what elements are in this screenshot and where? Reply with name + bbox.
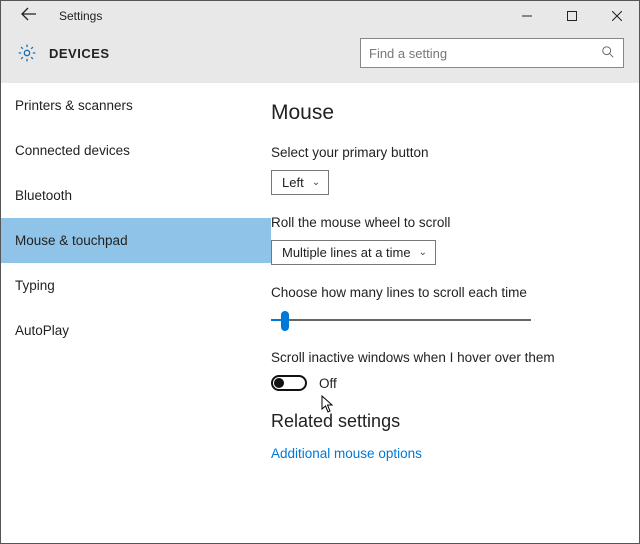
sidebar-item-label: Typing [15,278,55,293]
sidebar-item-printers[interactable]: Printers & scanners [1,83,271,128]
sidebar-item-connected-devices[interactable]: Connected devices [1,128,271,173]
sidebar: Printers & scanners Connected devices Bl… [1,83,271,543]
page-category: DEVICES [49,46,110,61]
chevron-down-icon: ⌄ [419,247,427,258]
minimize-button[interactable] [504,1,549,31]
sidebar-item-label: Printers & scanners [15,98,133,113]
additional-mouse-options-link[interactable]: Additional mouse options [271,446,611,461]
inactive-windows-label: Scroll inactive windows when I hover ove… [271,350,611,365]
slider-track [271,319,531,321]
back-button[interactable] [21,7,41,26]
sidebar-item-typing[interactable]: Typing [1,263,271,308]
primary-button-dropdown[interactable]: Left ⌄ [271,170,329,195]
toggle-state: Off [319,376,337,391]
sidebar-item-label: AutoPlay [15,323,69,338]
inactive-windows-toggle[interactable] [271,375,307,391]
sidebar-item-label: Bluetooth [15,188,72,203]
search-input[interactable]: Find a setting [360,38,624,68]
related-heading: Related settings [271,411,611,432]
titlebar: Settings [1,1,639,31]
sidebar-item-label: Connected devices [15,143,130,158]
gear-icon [17,43,37,63]
page-title: Mouse [271,101,611,125]
header: DEVICES Find a setting [1,31,639,83]
dropdown-value: Multiple lines at a time [282,245,411,260]
wheel-scroll-dropdown[interactable]: Multiple lines at a time ⌄ [271,240,436,265]
close-button[interactable] [594,1,639,31]
lines-scroll-slider[interactable] [271,310,531,330]
slider-thumb[interactable] [281,311,289,331]
sidebar-item-autoplay[interactable]: AutoPlay [1,308,271,353]
dropdown-value: Left [282,175,304,190]
chevron-down-icon: ⌄ [312,177,320,188]
window-title: Settings [59,9,102,23]
search-placeholder: Find a setting [369,46,601,61]
search-icon [601,45,615,62]
main-panel: Mouse Select your primary button Left ⌄ … [271,83,639,543]
lines-scroll-label: Choose how many lines to scroll each tim… [271,285,611,300]
primary-button-label: Select your primary button [271,145,611,160]
sidebar-item-mouse-touchpad[interactable]: Mouse & touchpad [1,218,271,263]
sidebar-item-bluetooth[interactable]: Bluetooth [1,173,271,218]
toggle-knob [274,378,284,388]
maximize-button[interactable] [549,1,594,31]
sidebar-item-label: Mouse & touchpad [15,233,128,248]
wheel-scroll-label: Roll the mouse wheel to scroll [271,215,611,230]
